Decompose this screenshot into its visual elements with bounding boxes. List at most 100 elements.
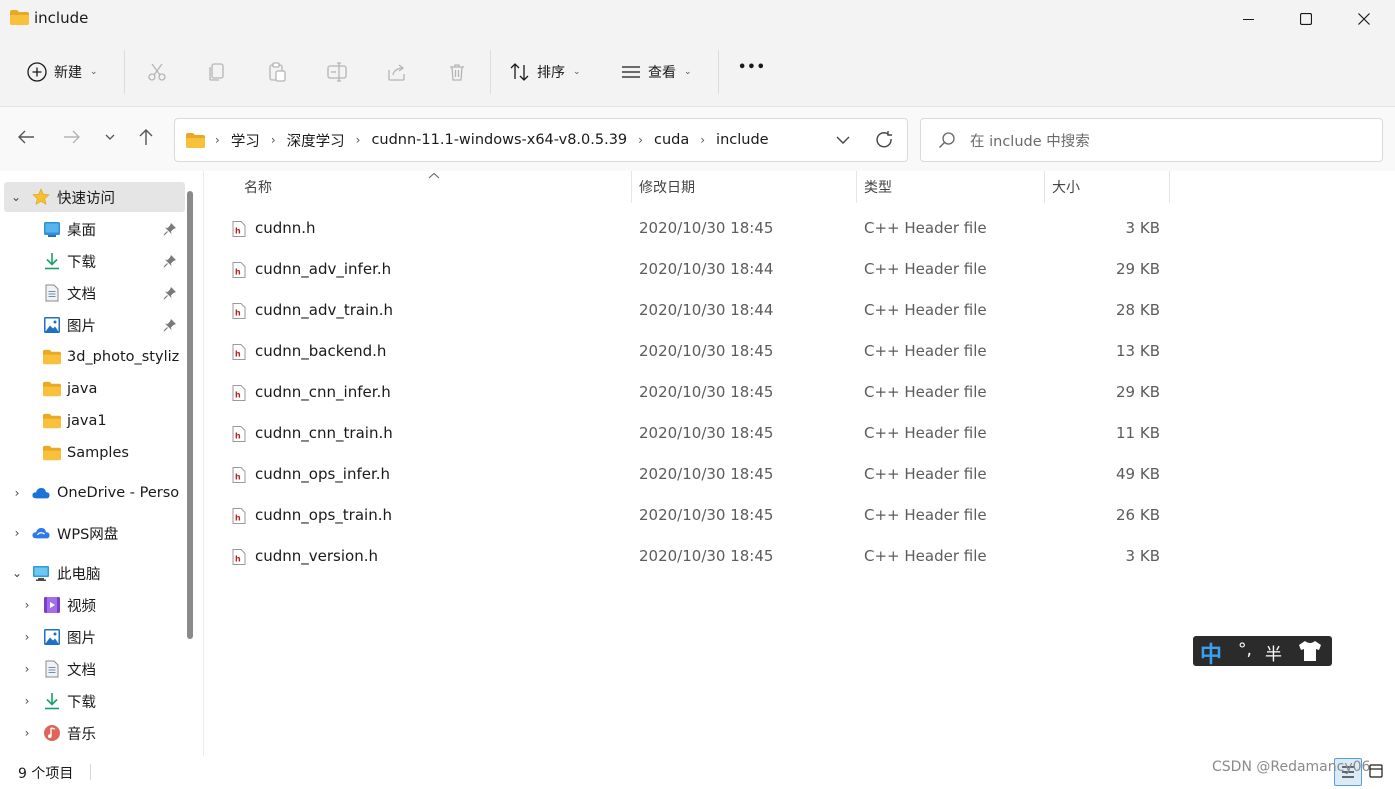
breadcrumb-item[interactable]: cudnn-11.1-windows-x64-v8.0.5.39 — [371, 132, 627, 148]
table-row[interactable]: h cudnn_adv_train.h 2020/10/30 18:44 C++… — [226, 290, 1176, 331]
chevron-right-icon[interactable]: › — [21, 694, 33, 708]
sort-button[interactable]: 排序 ⌄ — [509, 61, 581, 83]
search-placeholder: 在 include 中搜索 — [970, 133, 1090, 150]
sidebar-item-documents[interactable]: 文档 — [0, 278, 186, 308]
chevron-right-icon[interactable]: › — [21, 598, 33, 612]
sidebar-item-music[interactable]: › 音乐 — [0, 718, 186, 748]
trash-icon — [450, 64, 464, 81]
arrow-up-icon — [139, 129, 153, 145]
column-header-name[interactable]: 名称 — [244, 171, 272, 203]
sidebar-item-documents[interactable]: › 文档 — [0, 654, 186, 684]
sidebar-scrollbar[interactable] — [187, 191, 193, 639]
sidebar-item-label: 图片 — [67, 630, 96, 647]
chevron-right-icon[interactable]: › — [21, 726, 33, 740]
breadcrumb-item[interactable]: 深度学习 — [287, 130, 345, 151]
address-history-button[interactable] — [835, 132, 851, 152]
file-type: C++ Header file — [864, 260, 987, 278]
pin-icon[interactable] — [163, 254, 177, 268]
pin-icon[interactable] — [163, 318, 177, 332]
refresh-button[interactable] — [875, 130, 895, 154]
cut-button[interactable] — [146, 61, 168, 83]
share-button[interactable] — [386, 61, 408, 83]
more-options-button[interactable]: ••• — [738, 60, 766, 75]
copy-button[interactable] — [206, 61, 228, 83]
breadcrumb-separator[interactable]: › — [271, 133, 276, 147]
view-button[interactable]: 查看 ⌄ — [620, 61, 692, 83]
file-date: 2020/10/30 18:45 — [639, 342, 774, 360]
minimize-button[interactable] — [1219, 0, 1277, 38]
column-divider[interactable] — [1169, 171, 1170, 203]
breadcrumb-separator[interactable]: › — [356, 133, 361, 147]
chevron-down-icon[interactable]: ⌄ — [11, 566, 23, 580]
breadcrumb-item[interactable]: include — [716, 132, 769, 148]
paste-button[interactable] — [266, 61, 288, 83]
sidebar-item-this-pc[interactable]: ⌄ 此电脑 — [0, 558, 186, 588]
table-row[interactable]: h cudnn_ops_train.h 2020/10/30 18:45 C++… — [226, 495, 1176, 536]
file-name: cudnn_version.h — [255, 547, 379, 565]
close-button[interactable] — [1335, 0, 1393, 38]
sidebar-item-folder[interactable]: 3d_photo_styliz — [0, 342, 186, 372]
forward-button[interactable] — [62, 127, 82, 151]
header-file-icon: h — [232, 385, 246, 401]
ime-width[interactable]: 半 — [1265, 640, 1282, 665]
ime-mode[interactable]: 中 — [1200, 637, 1222, 669]
wps-cloud-icon — [32, 528, 50, 539]
breadcrumb-separator[interactable]: › — [638, 133, 643, 147]
ime-punctuation[interactable]: °, — [1238, 640, 1252, 660]
skin-shirt-icon[interactable] — [1297, 640, 1323, 662]
column-divider[interactable] — [1044, 171, 1045, 203]
sidebar-item-onedrive[interactable]: › OneDrive - Perso — [0, 478, 186, 508]
sidebar-item-desktop[interactable]: 桌面 — [0, 214, 186, 244]
sidebar-item-folder[interactable]: Samples — [0, 438, 186, 468]
delete-button[interactable] — [446, 61, 468, 83]
maximize-button[interactable] — [1277, 0, 1335, 38]
table-row[interactable]: h cudnn_backend.h 2020/10/30 18:45 C++ H… — [226, 331, 1176, 372]
chevron-down-icon[interactable]: ⌄ — [10, 190, 22, 204]
chevron-right-icon[interactable]: › — [21, 662, 33, 676]
table-row[interactable]: h cudnn_cnn_infer.h 2020/10/30 18:45 C++… — [226, 372, 1176, 413]
sidebar-item-videos[interactable]: › 视频 — [0, 590, 186, 620]
table-row[interactable]: h cudnn_ops_infer.h 2020/10/30 18:45 C++… — [226, 454, 1176, 495]
column-header-type[interactable]: 类型 — [864, 171, 892, 203]
chevron-up-icon — [428, 172, 440, 179]
sidebar-item-downloads[interactable]: 下载 — [0, 246, 186, 276]
table-row[interactable]: h cudnn_version.h 2020/10/30 18:45 C++ H… — [226, 536, 1176, 577]
search-input[interactable]: 在 include 中搜索 — [920, 118, 1383, 162]
new-button[interactable]: 新建 ⌄ — [26, 61, 98, 83]
breadcrumb-separator[interactable]: › — [700, 133, 705, 147]
pin-icon[interactable] — [163, 222, 177, 236]
up-button[interactable] — [136, 127, 156, 151]
sidebar-item-quick-access[interactable]: ⌄ 快速访问 — [4, 182, 185, 212]
chevron-right-icon[interactable]: › — [11, 526, 23, 540]
toolbar-divider — [718, 50, 719, 94]
pin-icon[interactable] — [163, 286, 177, 300]
toolbar-divider — [124, 50, 125, 94]
sidebar-item-folder[interactable]: java1 — [0, 406, 186, 436]
file-size: 11 KB — [1116, 424, 1160, 442]
breadcrumb-item[interactable]: 学习 — [231, 130, 260, 151]
column-divider[interactable] — [631, 171, 632, 203]
ime-status-bar[interactable]: 中 °, 半 — [1193, 636, 1332, 669]
breadcrumb-item[interactable]: cuda — [654, 132, 689, 148]
column-divider[interactable] — [856, 171, 857, 203]
table-row[interactable]: h cudnn_adv_infer.h 2020/10/30 18:44 C++… — [226, 249, 1176, 290]
address-bar[interactable]: › 学习 › 深度学习 › cudnn-11.1-windows-x64-v8.… — [174, 118, 908, 162]
sort-label: 排序 — [537, 65, 565, 81]
chevron-right-icon[interactable]: › — [11, 486, 23, 500]
table-row[interactable]: h cudnn.h 2020/10/30 18:45 C++ Header fi… — [226, 208, 1176, 249]
sidebar-item-pictures[interactable]: 图片 — [0, 310, 186, 340]
column-header-date[interactable]: 修改日期 — [639, 171, 695, 203]
file-size: 3 KB — [1125, 219, 1160, 237]
sidebar-item-folder[interactable]: java — [0, 374, 186, 404]
chevron-right-icon[interactable]: › — [21, 630, 33, 644]
sidebar-item-pictures[interactable]: › 图片 — [0, 622, 186, 652]
rename-button[interactable] — [326, 61, 348, 83]
sidebar-item-wps[interactable]: › WPS网盘 — [0, 518, 186, 548]
sidebar-item-downloads[interactable]: › 下载 — [0, 686, 186, 716]
back-button[interactable] — [16, 127, 36, 151]
table-row[interactable]: h cudnn_cnn_train.h 2020/10/30 18:45 C++… — [226, 413, 1176, 454]
file-type: C++ Header file — [864, 383, 987, 401]
recent-locations-button[interactable] — [103, 130, 117, 148]
breadcrumb-separator[interactable]: › — [215, 133, 220, 147]
column-header-size[interactable]: 大小 — [1052, 171, 1080, 203]
